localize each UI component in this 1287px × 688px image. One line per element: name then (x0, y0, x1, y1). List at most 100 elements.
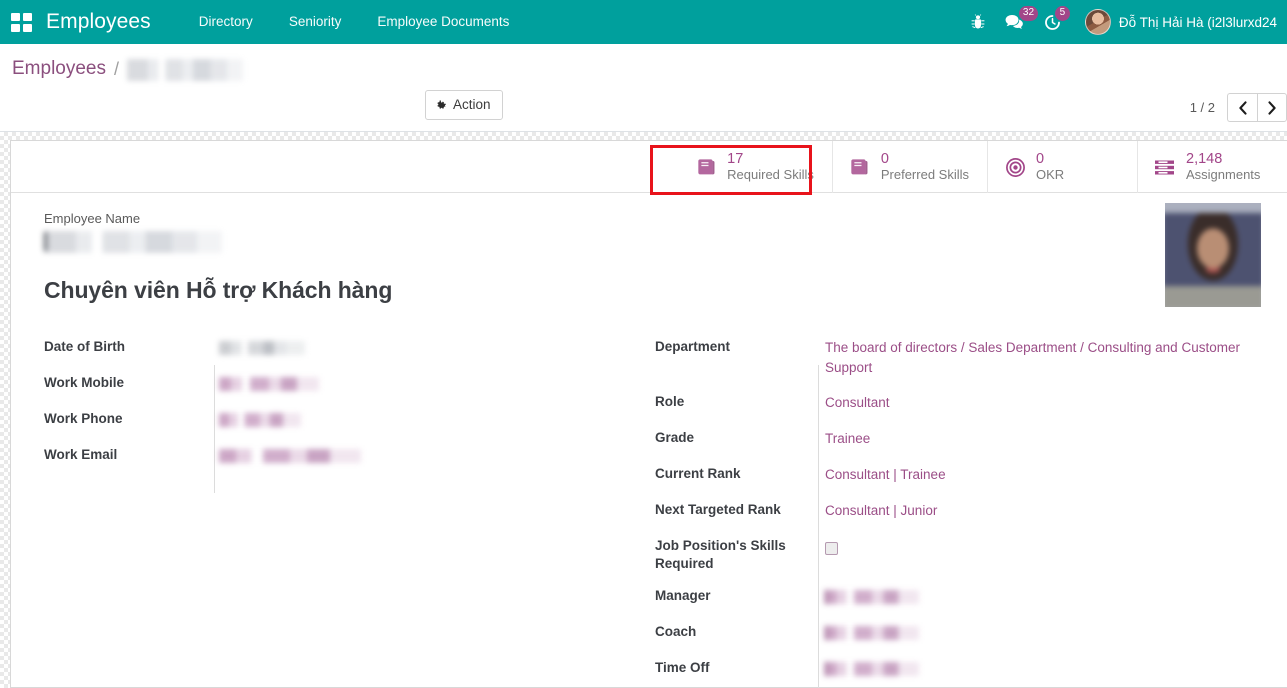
work-phone-redacted (219, 413, 301, 427)
field-label: Grade (655, 425, 825, 447)
field-label: Current Rank (655, 461, 825, 483)
target-icon (1004, 156, 1026, 178)
field-coach: Coach (655, 619, 1287, 645)
field-value (825, 619, 1287, 643)
action-button-label: Action (453, 96, 491, 114)
stat-value: 2,148 (1186, 151, 1260, 168)
book-icon (849, 156, 871, 178)
user-menu-button[interactable]: Đỗ Thị Hải Hà (i2l3lurxd24 (1071, 0, 1283, 44)
field-manager: Manager (655, 583, 1287, 609)
field-department: Department The board of directors / Sale… (655, 334, 1287, 379)
form-columns: Date of Birth Work Mobile Work Phone (11, 334, 1287, 688)
app-brand-employees[interactable]: Employees (42, 0, 157, 44)
navbar-menu: Directory Seniority Employee Documents (181, 0, 528, 44)
breadcrumb-separator: / (114, 59, 119, 80)
field-label: Time Off (655, 655, 825, 677)
apps-menu-button[interactable] (0, 0, 42, 44)
field-value[interactable] (219, 370, 649, 394)
nav-item-seniority[interactable]: Seniority (271, 0, 360, 44)
activities-button[interactable]: 5 (1034, 0, 1071, 44)
stat-text-assignments: 2,148 Assignments (1186, 151, 1260, 183)
navbar-right-tools: 32 5 Đỗ Thị Hải Hà (i2l3lurxd24 (961, 0, 1287, 44)
stat-value: 0 (881, 151, 969, 168)
employee-name-label: Employee Name (44, 211, 1287, 226)
stat-text-preferred-skills: 0 Preferred Skills (881, 151, 969, 183)
nav-item-employee-documents[interactable]: Employee Documents (359, 0, 527, 44)
current-rank-link[interactable]: Consultant | Trainee (825, 467, 946, 482)
activities-badge: 5 (1055, 6, 1070, 21)
field-label: Manager (655, 583, 825, 605)
stat-value: 0 (1036, 151, 1064, 168)
field-label: Work Phone (44, 406, 219, 428)
form-column-right: Department The board of directors / Sale… (649, 334, 1287, 688)
stat-value: 17 (727, 151, 814, 168)
job-title: Chuyên viên Hỗ trợ Khách hàng (44, 277, 1287, 304)
control-panel: Employees / Action 1 / 2 (0, 44, 1287, 132)
employee-form: Employee Name Chuyên viên Hỗ trợ Khách h… (11, 193, 1287, 688)
field-label: Role (655, 389, 825, 411)
record-pager: 1 / 2 (1190, 93, 1287, 132)
next-targeted-rank-link[interactable]: Consultant | Junior (825, 503, 937, 518)
field-value: The board of directors / Sales Departmen… (825, 334, 1287, 379)
field-work-email: Work Email (44, 442, 649, 468)
stat-label: Assignments (1186, 168, 1260, 183)
stat-text-okr: 0 OKR (1036, 151, 1064, 183)
field-value[interactable] (219, 334, 649, 358)
field-value (825, 533, 1287, 561)
field-grade: Grade Trainee (655, 425, 1287, 451)
field-next-targeted-rank: Next Targeted Rank Consultant | Junior (655, 497, 1287, 523)
apps-grid-icon (11, 13, 32, 32)
field-value[interactable] (219, 442, 649, 466)
time-off-redacted[interactable] (825, 662, 919, 676)
manager-redacted[interactable] (825, 590, 919, 604)
top-navbar: Employees Directory Seniority Employee D… (0, 0, 1287, 44)
chevron-right-icon (1267, 101, 1277, 115)
pager-next-button[interactable] (1257, 93, 1287, 122)
gear-icon (435, 99, 447, 111)
field-job-position-skills-required: Job Position's Skills Required (655, 533, 1287, 573)
field-time-off: Time Off (655, 655, 1287, 681)
chevron-left-icon (1238, 101, 1248, 115)
field-current-rank: Current Rank Consultant | Trainee (655, 461, 1287, 487)
bug-icon (971, 14, 985, 30)
stat-button-required-skills[interactable]: 17 Required Skills (679, 141, 832, 193)
field-date-of-birth: Date of Birth (44, 334, 649, 360)
work-mobile-redacted (219, 377, 319, 391)
stat-button-preferred-skills[interactable]: 0 Preferred Skills (832, 141, 987, 193)
grade-link[interactable]: Trainee (825, 431, 870, 446)
stat-button-bar: 17 Required Skills 0 Preferred Skills (11, 141, 1287, 193)
stat-label: OKR (1036, 168, 1064, 183)
employee-photo[interactable] (1165, 203, 1261, 307)
field-label: Work Mobile (44, 370, 219, 392)
stat-text-required-skills: 17 Required Skills (727, 151, 814, 183)
field-value (825, 583, 1287, 607)
action-button[interactable]: Action (425, 90, 503, 120)
job-position-skills-required-checkbox[interactable] (825, 542, 838, 555)
breadcrumb: Employees / (0, 44, 1287, 82)
pager-previous-button[interactable] (1227, 93, 1257, 122)
field-label: Job Position's Skills Required (655, 533, 825, 573)
field-label: Department (655, 334, 825, 356)
employee-photo-image (1165, 203, 1261, 307)
form-view-background: 17 Required Skills 0 Preferred Skills (0, 132, 1287, 688)
stat-button-okr[interactable]: 0 OKR (987, 141, 1137, 193)
field-label: Coach (655, 619, 825, 641)
field-value: Trainee (825, 425, 1287, 449)
pager-value: 1 / 2 (1190, 100, 1215, 115)
right-column-divider (818, 365, 819, 688)
role-link[interactable]: Consultant (825, 395, 890, 410)
messages-button[interactable]: 32 (995, 0, 1034, 44)
work-email-redacted (219, 449, 361, 463)
field-value[interactable] (219, 406, 649, 430)
left-column-divider (214, 365, 215, 493)
debug-menu-button[interactable] (961, 0, 995, 44)
field-work-mobile: Work Mobile (44, 370, 649, 396)
book-icon (695, 156, 717, 178)
nav-item-directory[interactable]: Directory (181, 0, 271, 44)
stat-button-assignments[interactable]: 2,148 Assignments (1137, 141, 1287, 193)
control-panel-buttons: Action (425, 90, 503, 132)
department-link[interactable]: The board of directors / Sales Departmen… (825, 340, 1240, 375)
employee-name-value-redacted[interactable] (44, 231, 222, 253)
breadcrumb-item-employees[interactable]: Employees (12, 58, 106, 80)
coach-redacted[interactable] (825, 626, 919, 640)
